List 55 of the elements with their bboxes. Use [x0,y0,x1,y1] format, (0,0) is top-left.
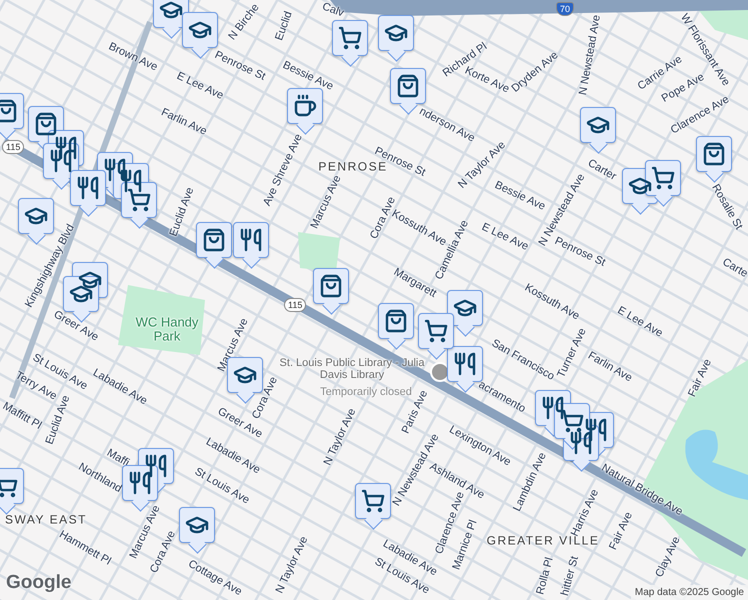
street-label: Calv [320,0,346,20]
lake [685,430,748,500]
street-label: E Lee Ave [174,70,226,102]
street-label: Cora Ave [250,375,280,421]
street-label: N Taylor Ave [322,406,358,468]
route-shield: 70 [556,2,574,16]
street-label: Fair Ave [607,510,635,552]
fork-and-knife-icon [128,471,152,495]
fork-and-knife-icon [541,396,565,420]
fork-and-knife-icon [103,158,127,182]
fork-and-knife-icon [76,176,100,200]
fork-and-knife-icon [54,136,78,160]
street-label: Fair Ave [686,357,714,399]
street-label: Farlin Ave [159,106,209,138]
street-label: E Lee Ave [480,220,530,254]
street-label: Euclid [273,10,295,42]
street-label: N Newstead Ave [577,14,603,96]
fork-and-knife-icon [49,149,73,173]
street-label: N Taylor Ave [274,534,310,596]
fork-and-knife-icon [453,352,477,376]
attribution-text: Map data ©2025 Google [630,585,748,600]
shopping-bag-icon [34,112,58,136]
street-label: Carte [720,256,748,280]
street-label: Rolla Pl [534,556,556,596]
fork-and-knife-icon [119,169,143,193]
street-label: Greer Ave [52,308,100,344]
street-label: Clay Ave [653,534,683,580]
shopping-bag-icon [702,142,726,166]
coffee-cup-icon [293,94,317,118]
shopping-cart-icon [338,26,362,50]
shopping-cart-icon [560,409,584,433]
shopping-cart-icon [127,188,151,212]
street-label: Cora Ave [148,529,178,575]
route-shield: 115 [2,140,24,154]
street-label: Euclid Ave [168,186,196,238]
park-area [298,232,340,272]
street-label: hittier St [558,554,582,598]
shopping-cart-icon [361,489,385,513]
map-logo: Google [6,572,72,594]
fork-and-knife-icon [144,454,168,478]
shopping-bag-icon [0,99,18,123]
fork-and-knife-icon [239,228,263,252]
park-label: WC Handy Park [134,316,200,344]
shopping-bag-icon [396,74,420,98]
area-label: SWAY EAST [5,513,87,527]
route-shield: 115 [284,298,306,312]
shopping-bag-icon [384,309,408,333]
street-label: E Lee Ave [615,304,665,340]
shopping-bag-icon [319,274,343,298]
shopping-cart-icon [424,319,448,343]
shopping-bag-icon [202,228,226,252]
place-status: Temporarily closed [320,386,412,398]
fork-and-knife-icon [569,431,593,455]
fork-and-knife-icon [584,418,608,442]
shopping-cart-icon [651,166,675,190]
